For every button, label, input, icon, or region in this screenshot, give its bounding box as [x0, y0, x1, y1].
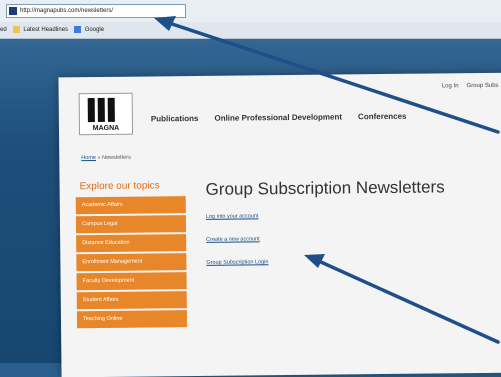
- arrow-to-create-account-icon: [310, 256, 500, 344]
- annotation-arrows: [154, 16, 500, 344]
- arrow-to-url-icon: [158, 18, 500, 134]
